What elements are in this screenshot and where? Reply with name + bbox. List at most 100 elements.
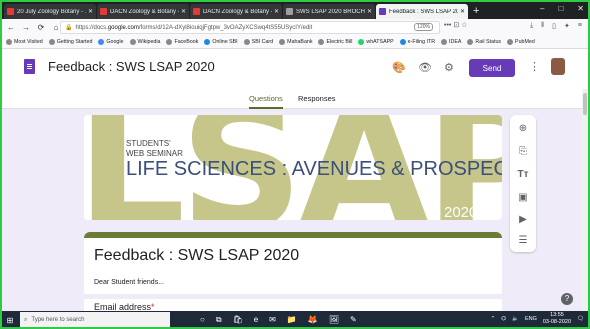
bookmark-star-icon[interactable]: ☆: [461, 22, 467, 29]
cortana-icon[interactable]: ○: [200, 315, 205, 325]
zoom-level[interactable]: 120%: [414, 23, 433, 31]
taskbar-apps: ○ ⧉ 🛍 e ✉ 📁 🦊 🖼 ✎: [200, 315, 357, 325]
bookmark-item[interactable]: FaceBook: [166, 39, 198, 45]
card-description[interactable]: Dear Student friends...: [94, 279, 164, 286]
avatar[interactable]: [551, 58, 565, 75]
pen-icon[interactable]: ✎: [350, 315, 357, 325]
bookmarks-bar: Most Visited Getting Started Google Wiki…: [2, 36, 588, 49]
windows-start-icon[interactable]: ⊞: [2, 316, 18, 325]
language-indicator[interactable]: ENG: [525, 316, 537, 322]
more-options-icon[interactable]: ⋮: [529, 60, 540, 73]
browser-tab[interactable]: SWS LSAP 2020 BROCHURE.cd✕: [283, 4, 375, 19]
card-separator: [84, 294, 502, 299]
sidebar-icon[interactable]: ▯: [552, 22, 556, 30]
palette-icon[interactable]: 🎨: [392, 61, 406, 74]
mail-icon[interactable]: ✉: [269, 315, 276, 325]
maximize-button[interactable]: □: [558, 4, 563, 13]
notifications-icon[interactable]: 🗨: [577, 316, 584, 322]
bookmark-item[interactable]: SBI Card: [243, 39, 273, 45]
reload-icon[interactable]: ⟳: [35, 23, 47, 32]
tab-title: SWS LSAP 2020 BROCHURE.cd: [296, 8, 365, 15]
forward-arrow-icon[interactable]: →: [20, 23, 32, 32]
add-image-icon[interactable]: ▣: [510, 192, 536, 203]
bookmark-item[interactable]: Most Visited: [6, 39, 43, 45]
bookmark-item[interactable]: whATSAPP: [358, 39, 394, 45]
url-path: /forms/d/12A-dXyl8iouiqjFgtpw_3vOAZyXCSw…: [138, 24, 313, 31]
close-window-button[interactable]: ✕: [577, 4, 584, 13]
download-icon[interactable]: ⤓: [530, 22, 533, 30]
minimize-button[interactable]: –: [540, 4, 544, 13]
window-controls: – □ ✕: [540, 4, 584, 13]
close-tab-icon[interactable]: ✕: [181, 8, 186, 15]
add-video-icon[interactable]: ▶: [510, 214, 536, 225]
bookmark-label: PubMed: [515, 39, 535, 45]
bookmark-item[interactable]: Electric Bill: [318, 39, 352, 45]
network-icon[interactable]: ⌬: [501, 316, 506, 322]
close-tab-icon[interactable]: ✕: [274, 8, 279, 15]
bookmark-item[interactable]: e-Filing ITR: [399, 39, 435, 45]
new-tab-button[interactable]: +: [473, 4, 479, 19]
back-arrow-icon[interactable]: ←: [5, 23, 17, 32]
send-button[interactable]: Send: [469, 59, 515, 77]
help-icon[interactable]: ?: [561, 293, 573, 305]
extension-icon[interactable]: ✦: [564, 22, 570, 30]
system-tray: ⌃ ⌬ 🔈 ENG 13:55 03-08-2020 🗨: [491, 312, 584, 326]
browser-tab[interactable]: DACN Zoology & Botany - ✕: [190, 4, 282, 19]
add-question-icon[interactable]: ⊕: [510, 123, 536, 134]
taskbar-search[interactable]: ⌕ Type here to search: [20, 312, 170, 327]
tab-questions[interactable]: Questions: [249, 94, 283, 109]
tab-responses[interactable]: Responses: [298, 94, 336, 103]
clock-time: 13:55: [550, 312, 564, 318]
settings-gear-icon[interactable]: ⚙: [444, 61, 454, 74]
file-explorer-icon[interactable]: 📁: [287, 315, 297, 325]
search-icon: ⌕: [24, 316, 28, 323]
hamburger-menu-icon[interactable]: ≡: [578, 22, 582, 30]
bookmark-item[interactable]: IDEA: [441, 39, 461, 45]
close-tab-icon[interactable]: ✕: [460, 8, 465, 15]
firefox-icon[interactable]: 🦊: [308, 315, 318, 325]
store-icon[interactable]: 🛍: [233, 315, 243, 325]
bookmark-item[interactable]: PubMed: [507, 39, 535, 45]
pocket-icon[interactable]: ⊡: [453, 22, 459, 29]
bookmark-label: FaceBook: [174, 39, 199, 45]
browser-tab[interactable]: 20 July Zoology Botany - … ✕: [4, 4, 96, 19]
tab-title: DACN Zoology & Botany -: [110, 8, 179, 15]
page-scrollbar[interactable]: [582, 89, 588, 311]
close-tab-icon[interactable]: ✕: [88, 8, 93, 15]
clock[interactable]: 13:55 03-08-2020: [543, 312, 571, 326]
screen-frame: 20 July Zoology Botany - … ✕ DACN Zoology…: [0, 0, 590, 329]
globe-icon: [507, 39, 514, 45]
forms-logo-icon[interactable]: [24, 59, 35, 74]
browser-tab[interactable]: DACN Zoology & Botany - ✕: [97, 4, 189, 19]
card-title[interactable]: Feedback : SWS LSAP 2020: [94, 247, 299, 265]
bookmark-label: Most Visited: [14, 39, 43, 45]
volume-icon[interactable]: 🔈: [512, 316, 519, 322]
add-section-icon[interactable]: ☰: [510, 235, 536, 246]
close-tab-icon[interactable]: ✕: [367, 8, 372, 15]
preview-eye-icon[interactable]: 👁: [418, 61, 432, 74]
sbi-icon: [204, 39, 211, 45]
scrollbar-thumb[interactable]: [583, 93, 587, 115]
import-questions-icon[interactable]: ⎘: [510, 146, 536, 157]
edge-icon[interactable]: e: [254, 315, 258, 325]
task-view-icon[interactable]: ⧉: [216, 315, 222, 325]
bookmark-label: IDEA: [449, 39, 462, 45]
bookmark-item[interactable]: Online SBI: [204, 39, 238, 45]
question-toolbar: ⊕ ⎘ Tт ▣ ▶ ☰: [510, 115, 536, 252]
page-actions: ••• ⊡ ☆: [444, 21, 467, 29]
bookmark-item[interactable]: MahaBank: [279, 39, 312, 45]
photos-icon[interactable]: 🖼: [329, 315, 339, 325]
bookmark-item[interactable]: Rail Status: [467, 39, 501, 45]
more-actions-icon[interactable]: •••: [444, 22, 451, 29]
form-tabs: Questions Responses: [2, 89, 588, 109]
browser-tab-active[interactable]: Feedback : SWS LSAP 2020✕: [376, 4, 468, 19]
add-title-icon[interactable]: Tт: [510, 169, 536, 180]
library-icon[interactable]: ⫴: [541, 22, 544, 30]
whatsapp-icon: [358, 39, 365, 45]
tray-chevron-icon[interactable]: ⌃: [491, 316, 496, 322]
bookmark-item[interactable]: Google: [98, 39, 124, 45]
bookmark-item[interactable]: Wikipedia: [129, 39, 160, 45]
address-bar[interactable]: 🔒 https://docs. google.com/forms/d/12A-dX…: [60, 21, 440, 34]
form-title[interactable]: Feedback : SWS LSAP 2020: [48, 59, 215, 74]
bookmark-item[interactable]: Getting Started: [48, 39, 92, 45]
